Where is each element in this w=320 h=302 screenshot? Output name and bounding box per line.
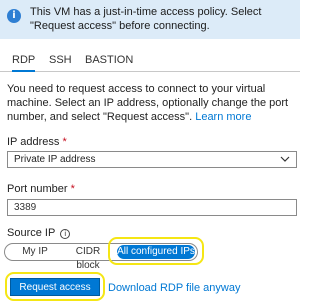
- ip-address-select[interactable]: Private IP address: [7, 151, 297, 168]
- ip-address-label: IP address *: [7, 136, 67, 148]
- required-mark: *: [62, 136, 67, 148]
- download-rdp-link[interactable]: Download RDP file anyway: [108, 282, 240, 294]
- source-ip-label: Source IP i: [7, 227, 71, 239]
- highlight-ring: [5, 272, 105, 301]
- source-ip-my-ip[interactable]: My IP: [17, 245, 53, 259]
- tab-bastion[interactable]: BASTION: [85, 54, 133, 66]
- ip-address-value: Private IP address: [14, 154, 96, 165]
- chevron-down-icon: [280, 156, 290, 162]
- port-number-label-text: Port number: [7, 183, 68, 195]
- required-mark: *: [70, 183, 75, 195]
- banner-text: This VM has a just-in-time access policy…: [30, 6, 262, 32]
- source-ip-label-text: Source IP: [7, 227, 56, 239]
- tab-ssh[interactable]: SSH: [49, 54, 72, 66]
- port-number-input[interactable]: 3389: [7, 199, 297, 216]
- learn-more-link[interactable]: Learn more: [195, 111, 251, 123]
- info-banner: i This VM has a just-in-time access poli…: [0, 0, 300, 39]
- info-icon[interactable]: i: [60, 229, 71, 239]
- description: You need to request access to connect to…: [7, 82, 297, 124]
- highlight-ring: [108, 237, 204, 265]
- tab-rdp[interactable]: RDP: [12, 54, 36, 72]
- ip-address-label-text: IP address: [7, 136, 60, 148]
- info-icon: i: [7, 9, 21, 23]
- port-number-label: Port number *: [7, 183, 75, 195]
- source-ip-cidr-block[interactable]: CIDR block: [63, 245, 113, 271]
- connection-tabs: RDP SSH BASTION: [0, 49, 300, 72]
